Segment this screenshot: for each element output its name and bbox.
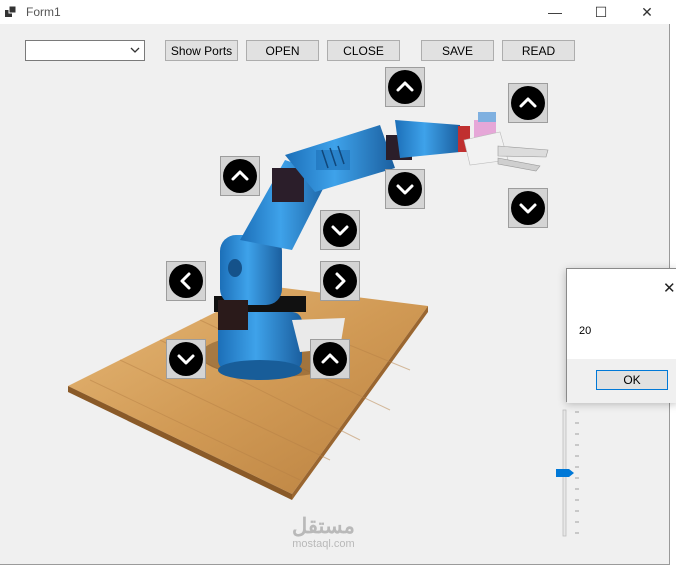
slider-thumb[interactable]	[556, 469, 574, 477]
gripper-down-button[interactable]	[508, 188, 548, 228]
shoulder-down-button[interactable]	[166, 339, 206, 379]
chevron-down-icon	[519, 203, 537, 214]
chevron-left-icon	[180, 272, 191, 290]
message-box-close-button[interactable]: ✕	[663, 279, 676, 297]
chevron-down-icon	[396, 184, 414, 195]
message-box-text: 20	[579, 325, 592, 337]
watermark-latin: mostaql.com	[292, 538, 355, 550]
elbow-up-button[interactable]	[220, 156, 260, 196]
slider-ticks	[575, 411, 579, 534]
chevron-up-icon	[321, 353, 339, 364]
wrist-down-button[interactable]	[385, 169, 425, 209]
robot-upper-arm	[285, 120, 460, 192]
watermark: مستقل mostaql.com	[292, 515, 355, 551]
base-left-button[interactable]	[166, 261, 206, 301]
watermark-arabic: مستقل	[292, 515, 355, 538]
chevron-down-icon	[177, 354, 195, 365]
elbow-down-button[interactable]	[320, 210, 360, 250]
chevron-right-icon	[335, 272, 346, 290]
vertical-slider[interactable]	[555, 408, 585, 538]
gripper-up-button[interactable]	[508, 83, 548, 123]
message-box: ✕ 20 OK	[566, 268, 676, 403]
wrist-up-button[interactable]	[385, 67, 425, 107]
ok-button[interactable]: OK	[596, 370, 668, 390]
chevron-down-icon	[331, 225, 349, 236]
chevron-up-icon	[519, 97, 537, 108]
base-right-button[interactable]	[320, 261, 360, 301]
chevron-up-icon	[231, 170, 249, 181]
shoulder-up-button[interactable]	[310, 339, 350, 379]
chevron-up-icon	[396, 81, 414, 92]
